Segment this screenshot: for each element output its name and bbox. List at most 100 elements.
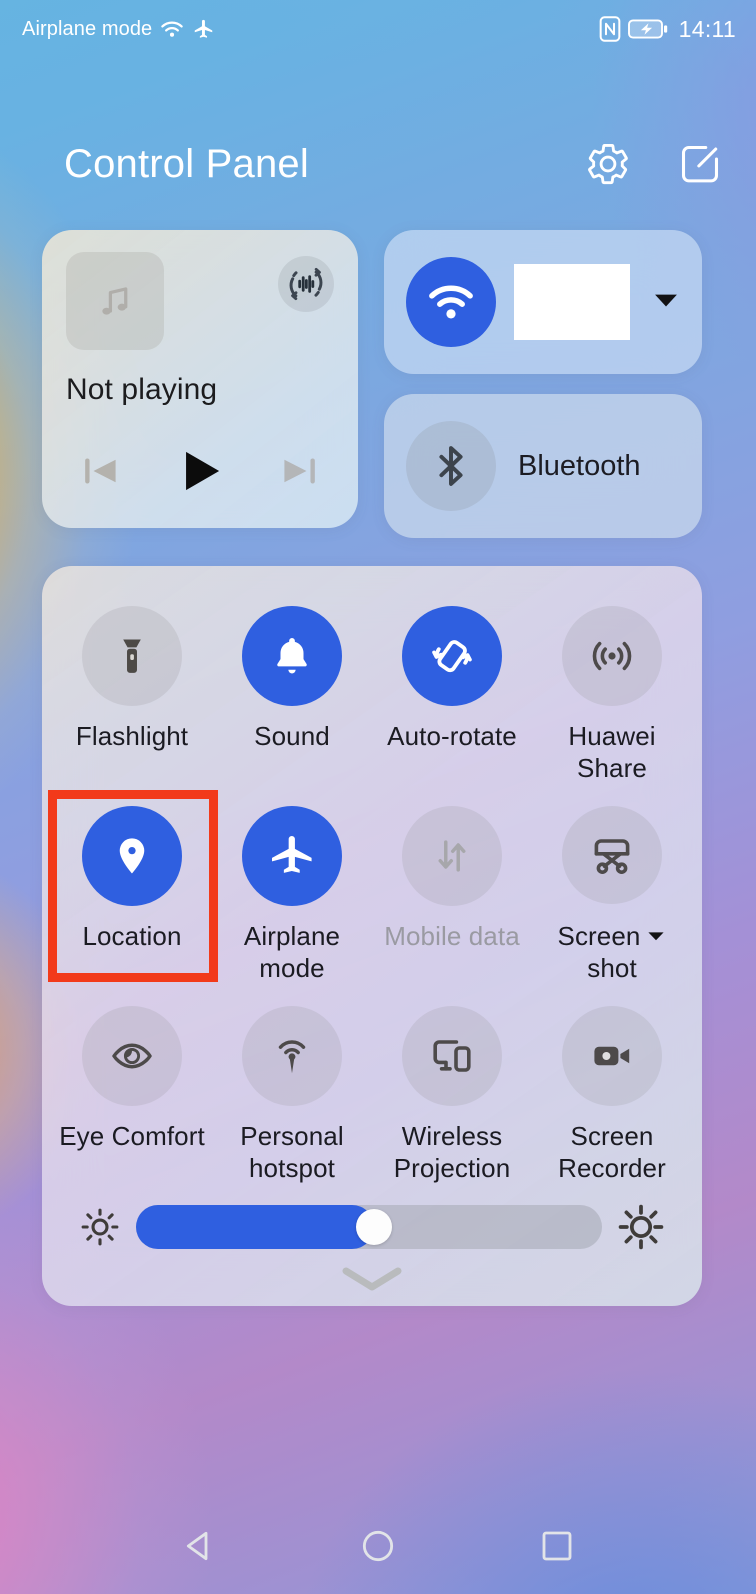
toggle-bubble — [562, 1006, 662, 1106]
panel-collapse-handle[interactable] — [52, 1252, 692, 1306]
huawei-share-icon — [588, 632, 636, 680]
brightness-slider-row — [52, 1202, 692, 1252]
toggle-label: Screen Recorder — [532, 1120, 692, 1184]
back-button[interactable] — [164, 1511, 234, 1581]
music-note-icon — [92, 278, 138, 324]
toggle-bubble — [562, 606, 662, 706]
toggle-location[interactable]: Location — [52, 784, 212, 984]
carrier-label: Airplane mode — [22, 18, 152, 41]
quick-toggles-grid: Flashlight Sound — [52, 584, 692, 1184]
brightness-thumb[interactable] — [356, 1209, 392, 1245]
skip-previous-icon — [76, 446, 126, 496]
toggle-label: Location — [82, 920, 181, 952]
audio-output-icon — [285, 263, 327, 305]
edit-pencil-square-icon — [677, 141, 723, 187]
status-bar-clock: 14:11 — [679, 16, 736, 43]
wifi-icon — [424, 280, 478, 324]
toggle-bubble — [402, 1006, 502, 1106]
skip-next-icon — [274, 446, 324, 496]
toggle-bubble — [242, 606, 342, 706]
bluetooth-icon — [426, 441, 476, 491]
brightness-slider[interactable] — [136, 1205, 602, 1249]
toggle-bubble — [82, 1006, 182, 1106]
chevron-down-icon[interactable] — [646, 918, 666, 950]
eye-icon — [109, 1033, 155, 1079]
toggle-mobile-data[interactable]: Mobile data — [372, 784, 532, 984]
toggle-bubble — [242, 806, 342, 906]
brightness-low-icon — [78, 1205, 122, 1249]
home-circle-icon — [358, 1526, 398, 1566]
media-title: Not playing — [66, 373, 334, 407]
chevron-down-icon — [652, 289, 680, 311]
edit-button[interactable] — [676, 140, 724, 188]
toggle-label: Auto-rotate — [387, 720, 517, 752]
location-pin-icon — [109, 833, 155, 879]
battery-charging-icon — [628, 18, 668, 40]
airplane-icon — [267, 831, 317, 881]
screenshot-icon — [588, 831, 636, 879]
settings-button[interactable] — [584, 140, 632, 188]
page-title: Control Panel — [64, 142, 309, 187]
wifi-icon — [159, 18, 185, 40]
panel-header: Control Panel — [0, 126, 756, 202]
toggle-bubble — [242, 1006, 342, 1106]
wifi-toggle-button[interactable] — [406, 257, 496, 347]
toggle-label: Huawei Share — [532, 720, 692, 784]
media-controls — [66, 440, 334, 508]
toggle-auto-rotate[interactable]: Auto-rotate — [372, 584, 532, 784]
media-album-thumbnail — [66, 252, 164, 350]
toggle-eye-comfort[interactable]: Eye Comfort — [52, 984, 212, 1184]
toggle-screen-recorder[interactable]: Screen Recorder — [532, 984, 692, 1184]
previous-track-button[interactable] — [76, 446, 126, 496]
wifi-expand-button[interactable] — [652, 289, 684, 316]
toggle-wireless-projection[interactable]: Wireless Projection — [372, 984, 532, 1184]
toggle-bubble — [82, 806, 182, 906]
status-bar-right: 14:11 — [599, 16, 736, 43]
toggle-airplane-mode[interactable]: Airplane mode — [212, 784, 372, 984]
recents-square-icon — [537, 1526, 577, 1566]
status-bar-left: Airplane mode — [22, 18, 216, 41]
bluetooth-toggle-button[interactable] — [406, 421, 496, 511]
toggle-label: Mobile data — [384, 920, 520, 952]
media-card-top — [66, 252, 334, 350]
toggle-label: Flashlight — [76, 720, 188, 752]
home-button[interactable] — [343, 1511, 413, 1581]
hotspot-icon — [269, 1033, 315, 1079]
toggle-label: Screen shot — [558, 918, 667, 984]
toggle-flashlight[interactable]: Flashlight — [52, 584, 212, 784]
auto-rotate-icon — [428, 632, 476, 680]
cast-screen-icon — [428, 1032, 476, 1080]
toggle-label: Sound — [254, 720, 330, 752]
media-player-card[interactable]: Not playing — [42, 230, 358, 528]
audio-output-button[interactable] — [278, 256, 334, 312]
navigation-bar — [0, 1498, 756, 1594]
mobile-data-icon — [430, 834, 474, 878]
gear-icon — [585, 141, 631, 187]
toggle-label: Eye Comfort — [59, 1120, 205, 1152]
airplane-icon — [192, 18, 216, 40]
toggle-label: Personal hotspot — [212, 1120, 372, 1184]
toggle-label: Airplane mode — [212, 920, 372, 984]
quick-toggles-panel: Flashlight Sound — [42, 566, 702, 1306]
toggle-bubble — [402, 806, 502, 906]
play-icon — [169, 440, 231, 502]
toggle-personal-hotspot[interactable]: Personal hotspot — [212, 984, 372, 1184]
video-camera-icon — [588, 1032, 636, 1080]
wifi-card[interactable] — [384, 230, 702, 374]
bell-icon — [269, 633, 315, 679]
bluetooth-label: Bluetooth — [518, 450, 641, 483]
toggle-label-line2: shot — [587, 953, 637, 983]
bluetooth-card[interactable]: Bluetooth — [384, 394, 702, 538]
recents-button[interactable] — [522, 1511, 592, 1581]
toggle-huawei-share[interactable]: Huawei Share — [532, 584, 692, 784]
chevron-down-icon — [336, 1262, 408, 1296]
play-button[interactable] — [169, 440, 231, 502]
next-track-button[interactable] — [274, 446, 324, 496]
back-triangle-icon — [179, 1526, 219, 1566]
toggle-bubble — [562, 806, 662, 904]
toggle-screenshot[interactable]: Screen shot — [532, 784, 692, 984]
header-actions — [584, 140, 724, 188]
nfc-icon — [599, 16, 621, 42]
status-bar: Airplane mode — [0, 0, 756, 58]
toggle-sound[interactable]: Sound — [212, 584, 372, 784]
